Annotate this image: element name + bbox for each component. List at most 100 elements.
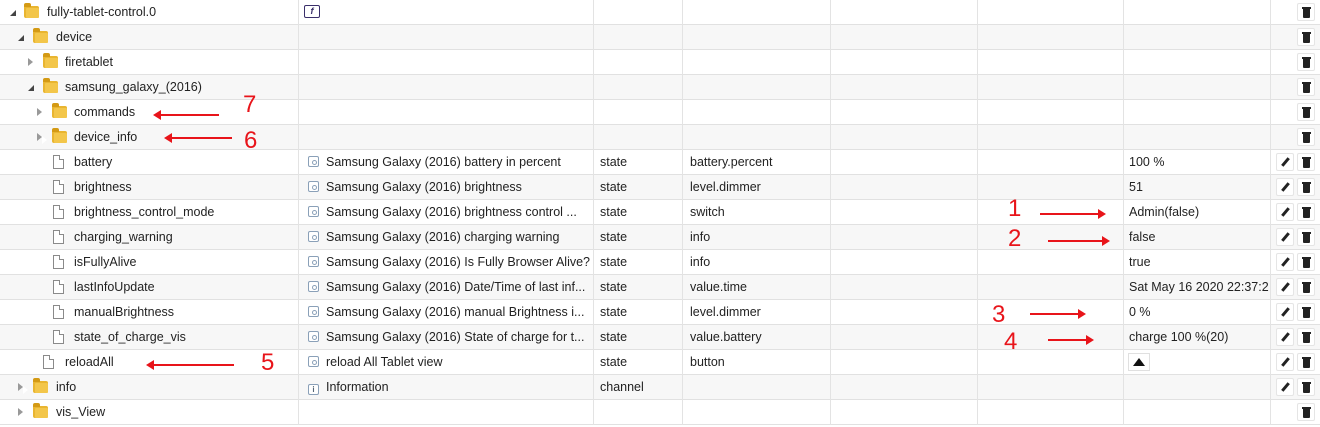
collapse-caret-icon[interactable] bbox=[18, 408, 28, 419]
annotation-arrow bbox=[146, 360, 234, 370]
delete-button[interactable] bbox=[1297, 378, 1315, 396]
annotation-arrow bbox=[1048, 335, 1094, 345]
row-description: Samsung Galaxy (2016) Is Fully Browser A… bbox=[300, 250, 592, 274]
row-description: Samsung Galaxy (2016) manual Brightness … bbox=[300, 300, 592, 324]
row-role: value.time bbox=[690, 280, 747, 294]
folder-icon bbox=[33, 28, 48, 43]
edit-button[interactable] bbox=[1276, 253, 1294, 271]
row-value[interactable]: false bbox=[1124, 225, 1269, 249]
column-divider bbox=[977, 0, 978, 425]
edit-button[interactable] bbox=[1276, 328, 1294, 346]
collapse-caret-icon[interactable] bbox=[28, 58, 38, 69]
tree-row-charging-warning[interactable]: charging_warning Samsung Galaxy (2016) c… bbox=[0, 225, 1320, 250]
delete-button[interactable] bbox=[1297, 3, 1315, 21]
delete-button[interactable] bbox=[1297, 228, 1315, 246]
tree-row-state-of-charge-vis[interactable]: state_of_charge_vis Samsung Galaxy (2016… bbox=[0, 325, 1320, 350]
delete-button[interactable] bbox=[1297, 253, 1315, 271]
edit-button[interactable] bbox=[1276, 178, 1294, 196]
push-button-icon[interactable] bbox=[1128, 353, 1150, 371]
row-role: battery.percent bbox=[690, 155, 773, 169]
row-type: state bbox=[600, 155, 628, 169]
delete-button[interactable] bbox=[1297, 103, 1315, 121]
delete-button[interactable] bbox=[1297, 28, 1315, 46]
row-type: state bbox=[600, 255, 628, 269]
row-name: vis_View bbox=[56, 405, 106, 419]
file-icon bbox=[53, 230, 64, 244]
delete-button[interactable] bbox=[1297, 78, 1315, 96]
row-name: lastInfoUpdate bbox=[74, 280, 155, 294]
tree-row-brightness[interactable]: brightness Samsung Galaxy (2016) brightn… bbox=[0, 175, 1320, 200]
tree-row-brightness-control-mode[interactable]: brightness_control_mode Samsung Galaxy (… bbox=[0, 200, 1320, 225]
tree-row-samsung[interactable]: samsung_galaxy_(2016) bbox=[0, 75, 1320, 100]
file-icon bbox=[53, 280, 64, 294]
folder-icon bbox=[52, 103, 67, 118]
row-name: firetablet bbox=[65, 55, 113, 69]
row-value[interactable]: Sat May 16 2020 22:37:2 bbox=[1124, 275, 1269, 299]
edit-button[interactable] bbox=[1276, 378, 1294, 396]
tree-row-battery[interactable]: battery Samsung Galaxy (2016) battery in… bbox=[0, 150, 1320, 175]
row-description: Samsung Galaxy (2016) State of charge fo… bbox=[300, 325, 592, 349]
annotation-arrow bbox=[153, 110, 219, 120]
state-icon bbox=[308, 156, 319, 167]
column-divider bbox=[593, 0, 594, 425]
collapse-caret-icon[interactable] bbox=[37, 108, 47, 119]
delete-button[interactable] bbox=[1297, 278, 1315, 296]
delete-button[interactable] bbox=[1297, 403, 1315, 421]
row-description: Samsung Galaxy (2016) Date/Time of last … bbox=[300, 275, 592, 299]
file-icon bbox=[53, 155, 64, 169]
row-value[interactable]: 51 bbox=[1124, 175, 1269, 199]
row-type: channel bbox=[600, 380, 644, 394]
edit-button[interactable] bbox=[1276, 353, 1294, 371]
delete-button[interactable] bbox=[1297, 353, 1315, 371]
row-type: state bbox=[600, 330, 628, 344]
tree-row-reload-all[interactable]: reloadAll reload All Tablet view state b… bbox=[0, 350, 1320, 375]
tree-row-info[interactable]: info i Information channel bbox=[0, 375, 1320, 400]
row-name: device_info bbox=[74, 130, 138, 144]
delete-button[interactable] bbox=[1297, 53, 1315, 71]
tree-row-commands[interactable]: commands bbox=[0, 100, 1320, 125]
row-name: commands bbox=[74, 105, 136, 119]
folder-icon bbox=[33, 403, 48, 418]
tree-row-last-info-update[interactable]: lastInfoUpdate Samsung Galaxy (2016) Dat… bbox=[0, 275, 1320, 300]
edit-button[interactable] bbox=[1276, 153, 1294, 171]
delete-button[interactable] bbox=[1297, 153, 1315, 171]
annotation-number: 4 bbox=[1004, 328, 1018, 355]
row-description: Samsung Galaxy (2016) brightness bbox=[300, 175, 592, 199]
row-role: value.battery bbox=[690, 330, 762, 344]
tree-row-is-fully-alive[interactable]: isFullyAlive Samsung Galaxy (2016) Is Fu… bbox=[0, 250, 1320, 275]
delete-button[interactable] bbox=[1297, 203, 1315, 221]
tree-row-manual-brightness[interactable]: manualBrightness Samsung Galaxy (2016) m… bbox=[0, 300, 1320, 325]
collapse-caret-icon[interactable] bbox=[18, 383, 28, 394]
row-value[interactable]: 0 % bbox=[1124, 300, 1269, 324]
folder-icon bbox=[33, 378, 48, 393]
delete-button[interactable] bbox=[1297, 328, 1315, 346]
row-value[interactable]: charge 100 %(20) bbox=[1124, 325, 1269, 349]
row-type: state bbox=[600, 305, 628, 319]
annotation-arrow bbox=[1040, 209, 1106, 219]
delete-button[interactable] bbox=[1297, 128, 1315, 146]
tree-row-firetablet[interactable]: firetablet bbox=[0, 50, 1320, 75]
row-name: fully-tablet-control.0 bbox=[47, 5, 157, 19]
state-icon bbox=[308, 331, 319, 342]
row-role: button bbox=[690, 355, 725, 369]
annotation-arrow bbox=[1048, 236, 1110, 246]
row-name: device bbox=[56, 30, 93, 44]
file-icon bbox=[53, 330, 64, 344]
edit-button[interactable] bbox=[1276, 303, 1294, 321]
delete-button[interactable] bbox=[1297, 178, 1315, 196]
state-icon bbox=[308, 256, 319, 267]
edit-button[interactable] bbox=[1276, 228, 1294, 246]
row-name: samsung_galaxy_(2016) bbox=[65, 80, 202, 94]
tree-row-vis-view[interactable]: vis_View bbox=[0, 400, 1320, 425]
row-value[interactable]: true bbox=[1124, 250, 1269, 274]
collapse-caret-icon[interactable] bbox=[37, 133, 47, 144]
file-icon bbox=[43, 355, 54, 369]
edit-button[interactable] bbox=[1276, 278, 1294, 296]
row-value[interactable]: 100 % bbox=[1124, 150, 1269, 174]
edit-button[interactable] bbox=[1276, 203, 1294, 221]
tree-row-device[interactable]: device bbox=[0, 25, 1320, 50]
tree-row-adapter[interactable]: fully-tablet-control.0 f bbox=[0, 0, 1320, 25]
row-value[interactable]: Admin(false) bbox=[1124, 200, 1269, 224]
annotation-number: 1 bbox=[1008, 195, 1022, 222]
delete-button[interactable] bbox=[1297, 303, 1315, 321]
